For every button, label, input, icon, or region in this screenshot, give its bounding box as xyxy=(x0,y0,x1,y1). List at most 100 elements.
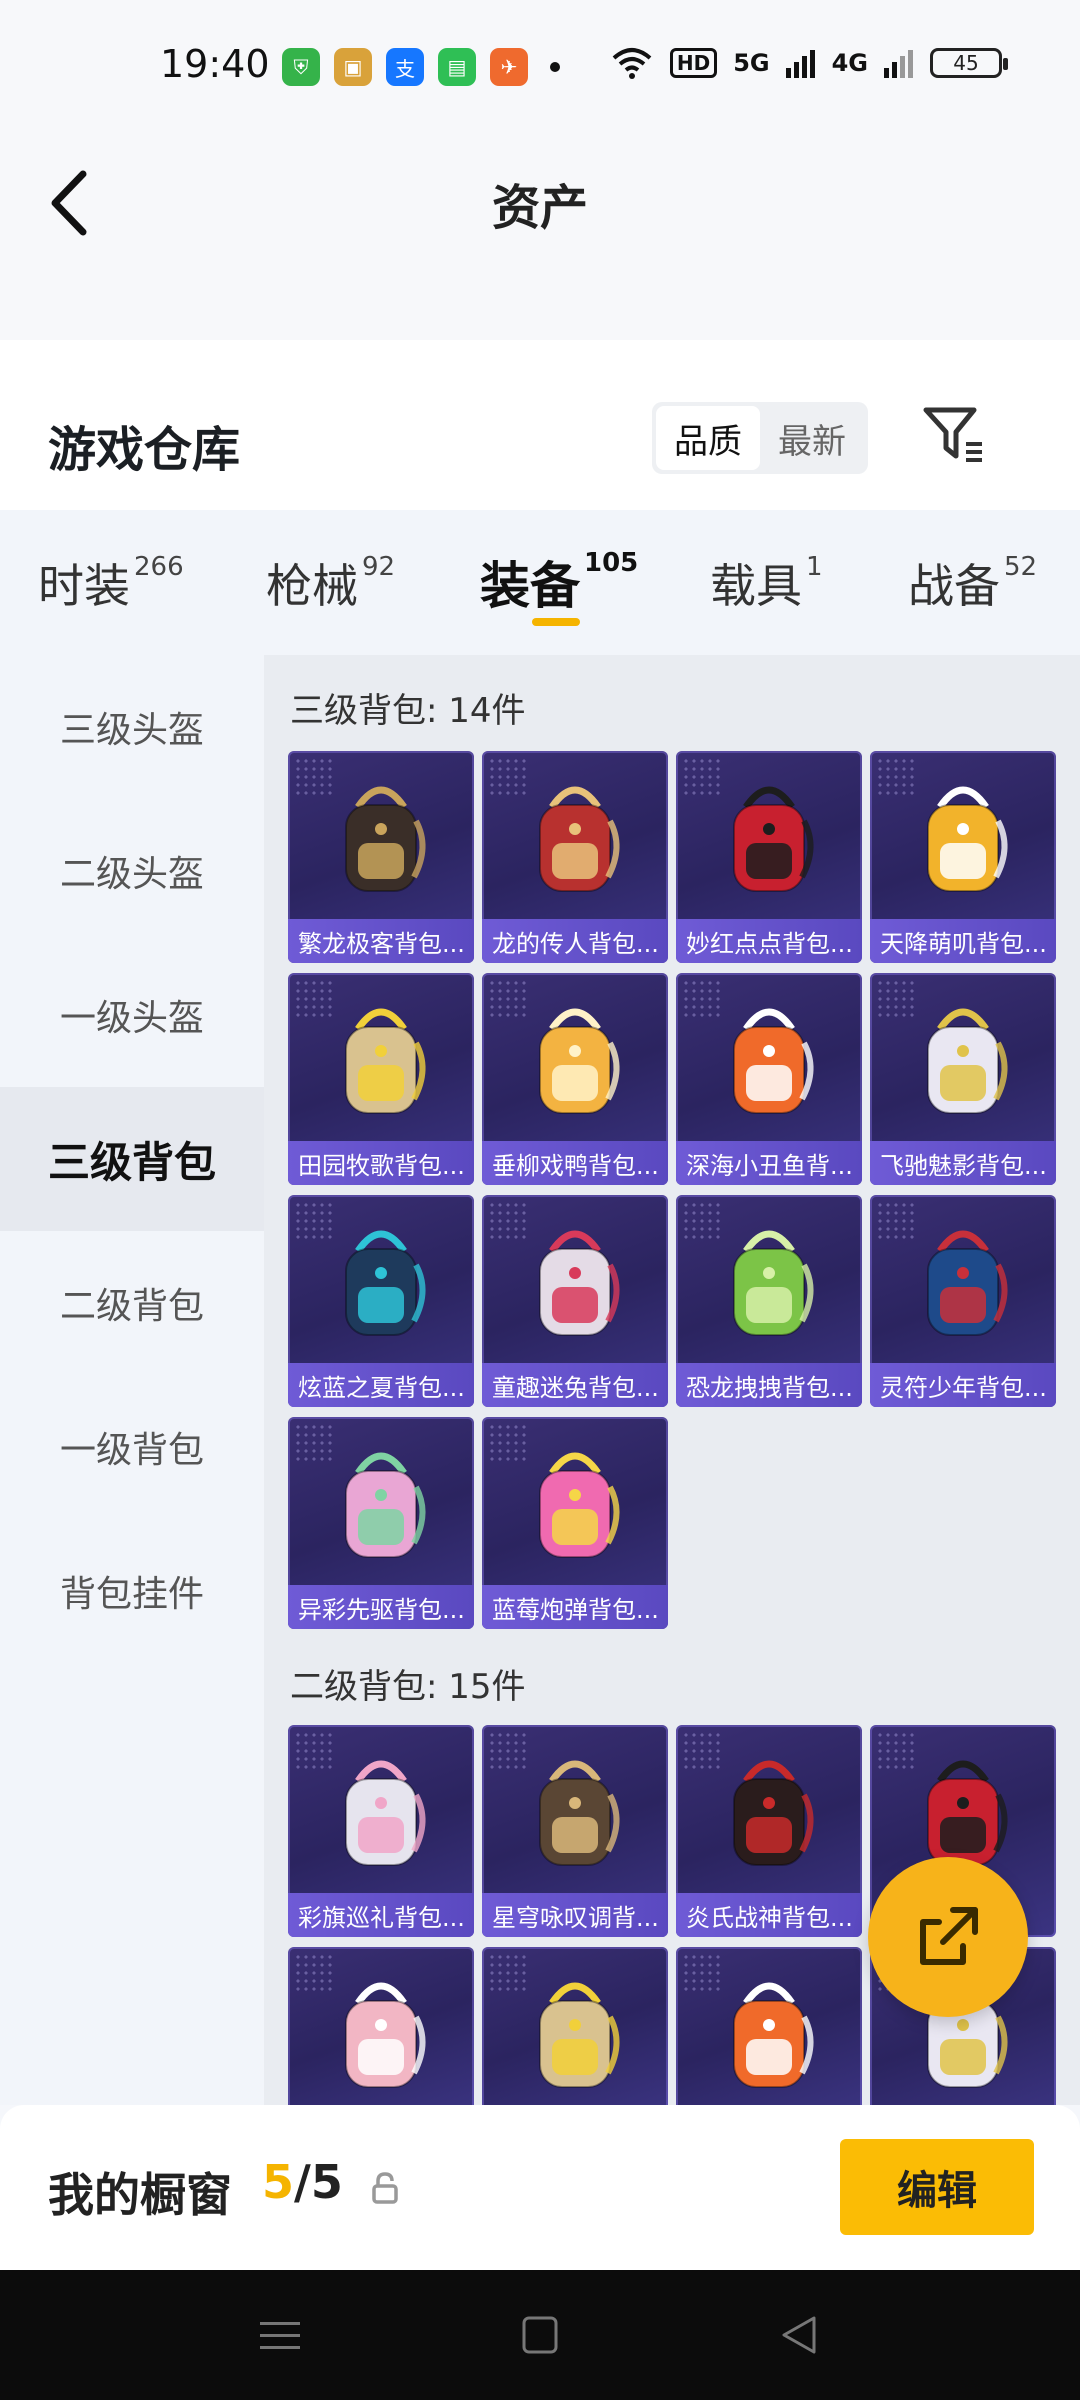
backpack-card[interactable] xyxy=(288,1947,474,2105)
status-time: 19:40 xyxy=(160,42,270,86)
backpack-thumbnail xyxy=(518,777,632,901)
section-title: 二级背包: 15件 xyxy=(290,1667,526,1707)
backpack-name: 妙红点点背包... xyxy=(676,919,862,963)
backpack-card[interactable]: 天降萌叽背包... xyxy=(870,751,1056,963)
backpack-name: 炫蓝之夏背包... xyxy=(288,1363,474,1407)
sort-toggle: 品质 最新 xyxy=(652,402,868,474)
backpack-card[interactable]: 深海小丑鱼背... xyxy=(676,973,862,1185)
system-nav-bar xyxy=(0,2270,1080,2400)
menu-icon[interactable] xyxy=(250,2310,310,2360)
backpack-name: 炎氏战神背包... xyxy=(676,1893,862,1937)
backpack-name: 龙的传人背包... xyxy=(482,919,668,963)
signal-4g: 4G xyxy=(831,49,868,77)
showcase-count: 5/5 xyxy=(262,2155,343,2209)
sidebar-item-backpack-1[interactable]: 一级背包 xyxy=(0,1375,264,1519)
category-tabs: 时装 266 枪械 92 装备 105 载具 1 战备 52 xyxy=(0,510,1080,655)
sidebar-item-backpack-2[interactable]: 二级背包 xyxy=(0,1231,264,1375)
tab-label: 时装 xyxy=(38,559,130,613)
sort-quality-button[interactable]: 品质 xyxy=(656,406,760,470)
section-title: 三级背包: 14件 xyxy=(290,691,526,731)
backpack-card[interactable]: 繁龙极客背包... xyxy=(288,751,474,963)
backpack-card[interactable]: 童趣迷兔背包... xyxy=(482,1195,668,1407)
backpack-card[interactable]: 垂柳戏鸭背包... xyxy=(482,973,668,1185)
tab-label: 枪械 xyxy=(266,559,358,613)
warehouse-header: 游戏仓库 品质 最新 xyxy=(0,340,1080,510)
tab-fashion[interactable]: 时装 266 xyxy=(38,550,184,616)
item-grid: 繁龙极客背包... 龙的传人背包... 妙红点点背包... 天降萌叽背包... 田园牧歌… xyxy=(288,751,1056,1629)
sidebar-item-helmet-2[interactable]: 二级头盔 xyxy=(0,799,264,943)
backpack-thumbnail xyxy=(712,777,826,901)
sidebar-item-helmet-1[interactable]: 一级头盔 xyxy=(0,943,264,1087)
backpack-name: 恐龙拽拽背包... xyxy=(676,1363,862,1407)
sidebar-item-helmet-3[interactable]: 三级头盔 xyxy=(0,655,264,799)
status-right: HD 5G 4G 45 xyxy=(610,46,1008,80)
backpack-card[interactable]: 妙红点点背包... xyxy=(676,751,862,963)
tab-gear[interactable]: 战备 52 xyxy=(908,550,1037,616)
active-tab-indicator xyxy=(532,618,580,626)
home-icon[interactable] xyxy=(510,2310,570,2360)
sort-newest-button[interactable]: 最新 xyxy=(760,406,864,470)
tab-weapons[interactable]: 枪械 92 xyxy=(266,550,395,616)
showcase-current: 5 xyxy=(262,2155,295,2209)
backpack-card[interactable]: 彩旗巡礼背包... xyxy=(288,1725,474,1937)
tab-label: 装备 xyxy=(480,557,580,615)
filter-button[interactable] xyxy=(920,400,990,470)
backpack-name: 田园牧歌背包... xyxy=(288,1141,474,1185)
backpack-thumbnail xyxy=(518,1751,632,1875)
status-bar: 19:40 ⛨ ▣ 支 ▤ ✈ HD 5G 4G 45 xyxy=(0,0,1080,140)
edit-button[interactable]: 编辑 xyxy=(840,2139,1034,2235)
sidebar-item-backpack-charm[interactable]: 背包挂件 xyxy=(0,1519,264,1663)
notification-dot xyxy=(550,62,560,72)
backpack-name: 天降萌叽背包... xyxy=(870,919,1056,963)
sidebar: 三级头盔 二级头盔 一级头盔 三级背包 二级背包 一级背包 背包挂件 xyxy=(0,655,264,2105)
backpack-card[interactable]: 炫蓝之夏背包... xyxy=(288,1195,474,1407)
backpack-card[interactable]: 炎氏战神背包... xyxy=(676,1725,862,1937)
status-app-icons: ⛨ ▣ 支 ▤ ✈ xyxy=(282,48,560,86)
backpack-thumbnail xyxy=(906,1751,1020,1875)
backpack-name: 繁龙极客背包... xyxy=(288,919,474,963)
backpack-name: 童趣迷兔背包... xyxy=(482,1363,668,1407)
showcase-total: /5 xyxy=(294,2155,343,2209)
game-app-icon: ▣ xyxy=(334,48,372,86)
tab-vehicles[interactable]: 载具 1 xyxy=(710,550,823,616)
backpack-card[interactable] xyxy=(482,1947,668,2105)
signal-bars-2-icon xyxy=(884,50,913,78)
backpack-card[interactable]: 飞驰魅影背包... xyxy=(870,973,1056,1185)
tab-equipment[interactable]: 装备 105 xyxy=(480,546,638,618)
backpack-thumbnail xyxy=(712,1221,826,1345)
backpack-name: 星穹咏叹调背... xyxy=(482,1893,668,1937)
signal-5g: 5G xyxy=(733,49,770,77)
backpack-card[interactable]: 灵符少年背包... xyxy=(870,1195,1056,1407)
back-nav-icon[interactable] xyxy=(770,2310,830,2360)
cf-app-icon: ✈ xyxy=(490,48,528,86)
tab-count: 52 xyxy=(1004,552,1038,582)
backpack-thumbnail xyxy=(906,1221,1020,1345)
share-icon xyxy=(920,1907,978,1965)
backpack-thumbnail xyxy=(518,1443,632,1567)
backpack-card[interactable]: 恐龙拽拽背包... xyxy=(676,1195,862,1407)
filter-icon xyxy=(923,407,982,462)
backpack-thumbnail xyxy=(712,1973,826,2097)
backpack-card[interactable]: 田园牧歌背包... xyxy=(288,973,474,1185)
backpack-thumbnail xyxy=(324,1443,438,1567)
tab-count: 92 xyxy=(362,552,396,582)
backpack-card[interactable]: 异彩先驱背包... xyxy=(288,1417,474,1629)
tab-count: 266 xyxy=(134,552,184,582)
backpack-card[interactable]: 蓝莓炮弹背包... xyxy=(482,1417,668,1629)
backpack-thumbnail xyxy=(518,999,632,1123)
battery-indicator: 45 xyxy=(930,48,1008,78)
backpack-card[interactable]: 星穹咏叹调背... xyxy=(482,1725,668,1937)
tab-count: 105 xyxy=(584,548,639,578)
sidebar-item-backpack-3[interactable]: 三级背包 xyxy=(0,1087,264,1231)
backpack-card[interactable] xyxy=(676,1947,862,2105)
tab-label: 战备 xyxy=(908,559,1000,613)
backpack-name: 彩旗巡礼背包... xyxy=(288,1893,474,1937)
backpack-name: 深海小丑鱼背... xyxy=(676,1141,862,1185)
backpack-card[interactable]: 龙的传人背包... xyxy=(482,751,668,963)
title-bar: 资产 xyxy=(0,140,1080,340)
backpack-name: 异彩先驱背包... xyxy=(288,1585,474,1629)
backpack-thumbnail xyxy=(324,1751,438,1875)
showcase-bar: 我的橱窗 5/5 编辑 xyxy=(0,2105,1080,2270)
share-button[interactable] xyxy=(868,1857,1028,2017)
message-app-icon: ▤ xyxy=(438,48,476,86)
